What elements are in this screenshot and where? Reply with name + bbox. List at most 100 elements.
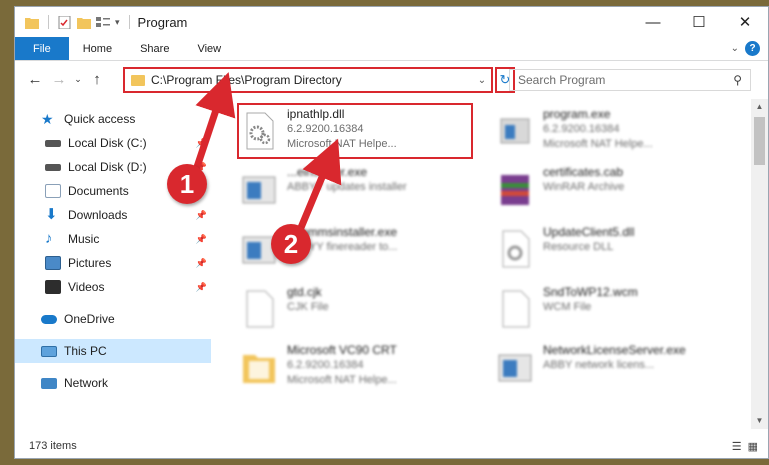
file-name: NetworkLicenseServer.exe xyxy=(543,343,686,357)
file-item-program[interactable]: program.exe 6.2.9200.16384 Microsoft NAT… xyxy=(489,107,729,155)
file-description: Microsoft NAT Helpe... xyxy=(543,138,653,150)
file-description: ABBYY updates installer xyxy=(287,181,407,193)
folder-icon xyxy=(131,74,145,86)
address-dropdown-icon[interactable]: ⌄ xyxy=(473,75,491,86)
divider xyxy=(48,15,49,29)
network-icon xyxy=(41,377,57,389)
properties-icon[interactable] xyxy=(58,15,72,29)
view-options-icon[interactable] xyxy=(96,16,110,29)
file-name: SndToWP12.wcm xyxy=(543,285,638,299)
nav-item-label: Videos xyxy=(68,280,105,294)
nav-item-videos[interactable]: Videos 📌 xyxy=(15,275,211,299)
maximize-button[interactable]: ☐ xyxy=(676,7,722,37)
tab-file[interactable]: File xyxy=(15,37,69,60)
documents-icon xyxy=(45,184,61,198)
pin-icon: 📌 xyxy=(195,233,207,244)
file-description: Microsoft NAT Helpe... xyxy=(287,374,397,386)
computer-icon xyxy=(41,345,57,357)
nav-item-this-pc[interactable]: This PC xyxy=(15,339,211,363)
callout-badge-2: 2 xyxy=(271,224,311,264)
file-list: ipnathlp.dll 6.2.9200.16384 Microsoft NA… xyxy=(221,99,747,429)
help-icon[interactable]: ? xyxy=(745,41,760,56)
nav-item-quick-access[interactable]: ★ Quick access xyxy=(15,107,211,131)
nav-item-network[interactable]: Network xyxy=(15,371,211,395)
cloud-icon xyxy=(41,314,57,324)
nav-item-downloads[interactable]: ⬇ Downloads 📌 xyxy=(15,203,211,227)
dll-icon xyxy=(495,229,535,269)
pictures-icon xyxy=(45,256,61,270)
file-icon xyxy=(495,289,535,329)
music-icon: ♪ xyxy=(45,230,53,247)
nav-item-label: Downloads xyxy=(68,208,128,222)
file-description: ABBY network licens... xyxy=(543,359,655,371)
tab-home[interactable]: Home xyxy=(69,37,126,60)
drive-icon xyxy=(45,163,61,171)
file-item-networklicenseserver[interactable]: NetworkLicenseServer.exe ABBY network li… xyxy=(489,343,729,391)
file-item-finereader-installer[interactable]: ...rammsinstaller.exe ABBYY finereader t… xyxy=(233,225,473,273)
nav-item-local-disk-c[interactable]: Local Disk (C:) 📌 xyxy=(15,131,211,155)
file-item-updates-installer[interactable]: ...einstaller.exe ABBYY updates installe… xyxy=(233,165,473,213)
callout-badge-1: 1 xyxy=(167,164,207,204)
file-version: 6.2.9200.16384 xyxy=(543,123,620,135)
view-switcher: ☰ ▦ xyxy=(732,440,758,453)
file-item-certificates[interactable]: certificates.cab WinRAR Archive xyxy=(489,165,729,213)
divider xyxy=(128,15,130,29)
nav-item-onedrive[interactable]: OneDrive xyxy=(15,307,211,331)
file-name: UpdateClient5.dll xyxy=(543,225,635,239)
file-item-gtd-cjk[interactable]: gtd.cjk CJK File xyxy=(233,285,473,333)
file-version: 6.2.9200.16384 xyxy=(287,359,364,371)
nav-item-label: Documents xyxy=(68,184,129,198)
search-icon[interactable]: ⚲ xyxy=(733,73,742,87)
nav-item-label: Local Disk (D:) xyxy=(68,160,147,174)
downloads-icon: ⬇ xyxy=(45,206,58,223)
up-button[interactable]: ↑ xyxy=(85,71,109,88)
minimize-button[interactable]: — xyxy=(630,7,676,37)
file-name: Microsoft VC90 CRT xyxy=(287,343,397,357)
back-button[interactable]: ← xyxy=(23,71,47,88)
address-bar[interactable]: C:\Program Files\Program Directory ⌄ xyxy=(123,67,493,93)
search-placeholder: Search Program xyxy=(518,73,606,87)
search-input[interactable]: Search Program ⚲ xyxy=(509,69,751,91)
file-description: WCM File xyxy=(543,301,592,313)
file-item-vc90-crt[interactable]: Microsoft VC90 CRT 6.2.9200.16384 Micros… xyxy=(233,343,473,391)
nav-item-label: Local Disk (C:) xyxy=(68,136,147,150)
close-button[interactable]: ✕ xyxy=(722,7,768,37)
quick-access-toolbar: ▾ xyxy=(15,15,134,29)
explorer-window: ▾ Program — ☐ ✕ File Home Share View ⌄ ?… xyxy=(14,6,769,459)
scroll-thumb[interactable] xyxy=(754,117,765,165)
customize-toolbar-icon[interactable]: ▾ xyxy=(115,17,120,28)
file-item-updateclient5[interactable]: UpdateClient5.dll Resource DLL xyxy=(489,225,729,273)
recent-locations-icon[interactable]: ⌄ xyxy=(71,74,85,85)
scroll-up-arrow[interactable]: ▲ xyxy=(751,99,768,115)
nav-item-label: Pictures xyxy=(68,256,112,270)
new-folder-icon[interactable] xyxy=(77,16,91,29)
nav-item-pictures[interactable]: Pictures 📌 xyxy=(15,251,211,275)
folder-icon xyxy=(25,17,39,29)
winrar-icon xyxy=(495,169,535,209)
tab-view[interactable]: View xyxy=(183,37,235,60)
installer-icon xyxy=(495,347,535,387)
address-path[interactable]: C:\Program Files\Program Directory xyxy=(151,73,473,87)
file-icon xyxy=(239,289,279,329)
file-name: gtd.cjk xyxy=(287,285,322,299)
file-item-sndtowp12[interactable]: SndToWP12.wcm WCM File xyxy=(489,285,729,333)
pin-icon: 📌 xyxy=(195,257,207,268)
scroll-down-arrow[interactable]: ▼ xyxy=(751,413,768,429)
file-name: ...einstaller.exe xyxy=(287,165,368,179)
navigation-pane: ★ Quick access Local Disk (C:) 📌 Local D… xyxy=(15,99,211,429)
details-view-icon[interactable]: ☰ xyxy=(732,440,742,453)
item-count: 173 items xyxy=(29,440,77,452)
expand-ribbon-icon[interactable]: ⌄ xyxy=(731,43,739,54)
large-icons-view-icon[interactable]: ▦ xyxy=(748,440,758,453)
vertical-scrollbar[interactable]: ▲ ▼ xyxy=(751,99,768,429)
nav-item-label: Network xyxy=(64,376,109,390)
pin-icon: 📌 xyxy=(195,209,207,220)
tab-share[interactable]: Share xyxy=(126,37,183,60)
forward-button[interactable]: → xyxy=(47,71,71,88)
videos-icon xyxy=(45,280,61,294)
nav-item-music[interactable]: ♪ Music 📌 xyxy=(15,227,211,251)
file-description: CJK File xyxy=(287,301,329,313)
file-description: Resource DLL xyxy=(543,241,614,253)
file-name: certificates.cab xyxy=(543,165,624,179)
star-icon: ★ xyxy=(41,111,54,127)
